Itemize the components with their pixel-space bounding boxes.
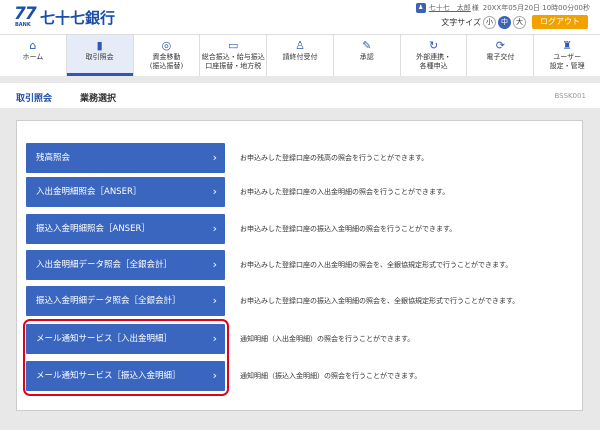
user-icon: ♟ [415, 3, 426, 13]
chevron-right-icon: › [212, 185, 217, 198]
page-title-bar: 取引照会 業務選択 BSSK001 [0, 83, 600, 108]
chevron-right-icon: › [212, 294, 217, 307]
nav-transfer[interactable]: ◎ 資金移動 (振込振替) [134, 35, 201, 76]
deposit-withdrawal-data-inquiry-button[interactable]: 入出金明細データ照会［全銀会計］ › [26, 250, 225, 280]
page-subtitle: 業務選択 [80, 94, 117, 104]
menu-row: 残高照会 › お申込みした登録口座の残高の照会を行うことができます。 [26, 143, 566, 173]
nav-label: ホーム [22, 53, 44, 61]
nav-label: ユーザー 設定・管理 [549, 53, 585, 70]
nav-label: 請終付受付 [282, 53, 318, 61]
nav-label: 資金移動 (振込振替) [149, 53, 184, 70]
screen-code: BSSK001 [554, 92, 586, 100]
nav-e-delivery[interactable]: ⟳ 電子交付 [467, 35, 535, 76]
menu-description: お申込みした登録口座の入出金明細の照会を、全銀協規定形式で行うことができます。 [240, 261, 513, 269]
font-size-large-button[interactable]: 大 [513, 15, 526, 29]
transfer-deposit-inquiry-button[interactable]: 振込入金明細照会［ANSER］ › [26, 214, 225, 244]
admin-icon: ♜ [562, 39, 573, 52]
header: 77 BANK 七十七銀行 ♟ 七十七 太郎 様 20XX年05月20日 10時… [0, 0, 600, 34]
chevron-right-icon: › [212, 222, 217, 235]
chevron-right-icon: › [212, 258, 217, 271]
menu-label: 振込入金明細データ照会［全銀会計］ [36, 296, 181, 306]
menu-label: 振込入金明細照会［ANSER］ [36, 224, 150, 234]
menu-row: 振込入金明細照会［ANSER］ › お申込みした登録口座の振込入金明細の照会を行… [26, 214, 566, 244]
font-size-controls: 文字サイズ 小 中 大 ログアウト [441, 14, 588, 30]
logo-mark: 77 [14, 4, 37, 24]
bank-name: 七十七銀行 [40, 9, 116, 27]
document-icon: ▮ [96, 39, 103, 52]
nav-label: 電子交付 [486, 53, 515, 61]
user-check-icon: ♙ [295, 39, 305, 52]
nav-label: 外部連携・ 各種申込 [416, 53, 452, 70]
font-size-label: 文字サイズ [441, 17, 481, 27]
bank-logo[interactable]: 77 BANK 七十七銀行 [14, 4, 124, 30]
transfer-icon: ◎ [161, 39, 172, 52]
menu-description: お申込みした登録口座の振込入金明細の照会を行うことができます。 [240, 225, 457, 233]
nav-label: 取引照会 [85, 53, 114, 61]
menu-description: 通知明細（振込入金明細）の照会を行うことができます。 [240, 372, 422, 380]
nav-user-admin[interactable]: ♜ ユーザー 設定・管理 [534, 35, 600, 76]
menu-row: 入出金明細データ照会［全銀会計］ › お申込みした登録口座の入出金明細の照会を、… [26, 250, 566, 280]
payment-icon: ▭ [228, 39, 239, 52]
nav-external[interactable]: ↻ 外部連携・ 各種申込 [401, 35, 468, 76]
logo-sub: BANK [15, 22, 31, 28]
cycle-icon: ↻ [428, 39, 439, 52]
user-name[interactable]: 七十七 太郎 [429, 3, 471, 13]
home-icon: ⌂ [29, 39, 37, 52]
menu-row: 入出金明細照会［ANSER］ › お申込みした登録口座の入出金明細の照会を行うこ… [26, 177, 566, 207]
menu-label: 残高照会 [36, 153, 71, 163]
menu-panel: 残高照会 › お申込みした登録口座の残高の照会を行うことができます。 入出金明細… [16, 120, 583, 411]
highlight-box [23, 319, 229, 396]
deposit-withdrawal-inquiry-button[interactable]: 入出金明細照会［ANSER］ › [26, 177, 225, 207]
menu-row: 振込入金明細データ照会［全銀会計］ › お申込みした登録口座の振込入金明細の照会… [26, 286, 566, 316]
nav-label: 承認 [359, 53, 374, 61]
menu-description: 通知明細（入出金明細）の照会を行うことができます。 [240, 335, 415, 343]
menu-label: 入出金明細データ照会［全銀会計］ [36, 260, 173, 270]
nav-approval[interactable]: ✎ 承認 [334, 35, 401, 76]
menu-description: お申込みした登録口座の残高の照会を行うことができます。 [240, 154, 429, 162]
global-nav: ⌂ ホーム ▮ 取引照会 ◎ 資金移動 (振込振替) ▭ 総合振込・給与振込 口… [0, 34, 600, 76]
font-size-medium-button[interactable]: 中 [498, 15, 511, 29]
font-size-small-button[interactable]: 小 [483, 15, 496, 29]
nav-home[interactable]: ⌂ ホーム [0, 35, 67, 76]
chevron-right-icon: › [212, 151, 217, 164]
exchange-icon: ⟳ [495, 39, 505, 52]
user-info: ♟ 七十七 太郎 様 20XX年05月20日 10時00分00秒 [415, 2, 590, 14]
nav-request[interactable]: ♙ 請終付受付 [267, 35, 334, 76]
transfer-deposit-data-inquiry-button[interactable]: 振込入金明細データ照会［全銀会計］ › [26, 286, 225, 316]
page-title: 取引照会 [16, 94, 53, 104]
nav-inquiry[interactable]: ▮ 取引照会 [66, 35, 134, 76]
nav-label: 総合振込・給与振込 口座振替・地方税 [201, 53, 265, 70]
balance-inquiry-button[interactable]: 残高照会 › [26, 143, 225, 173]
nav-payment[interactable]: ▭ 総合振込・給与振込 口座振替・地方税 [200, 35, 268, 76]
logout-button[interactable]: ログアウト [532, 15, 588, 29]
approval-icon: ✎ [362, 39, 372, 52]
user-suffix: 様 [471, 4, 479, 12]
menu-description: お申込みした登録口座の振込入金明細の照会を、全銀協規定形式で行うことができます。 [240, 297, 520, 305]
login-timestamp: 20XX年05月20日 10時00分00秒 [482, 4, 590, 12]
menu-description: お申込みした登録口座の入出金明細の照会を行うことができます。 [240, 188, 450, 196]
menu-label: 入出金明細照会［ANSER］ [36, 187, 142, 197]
